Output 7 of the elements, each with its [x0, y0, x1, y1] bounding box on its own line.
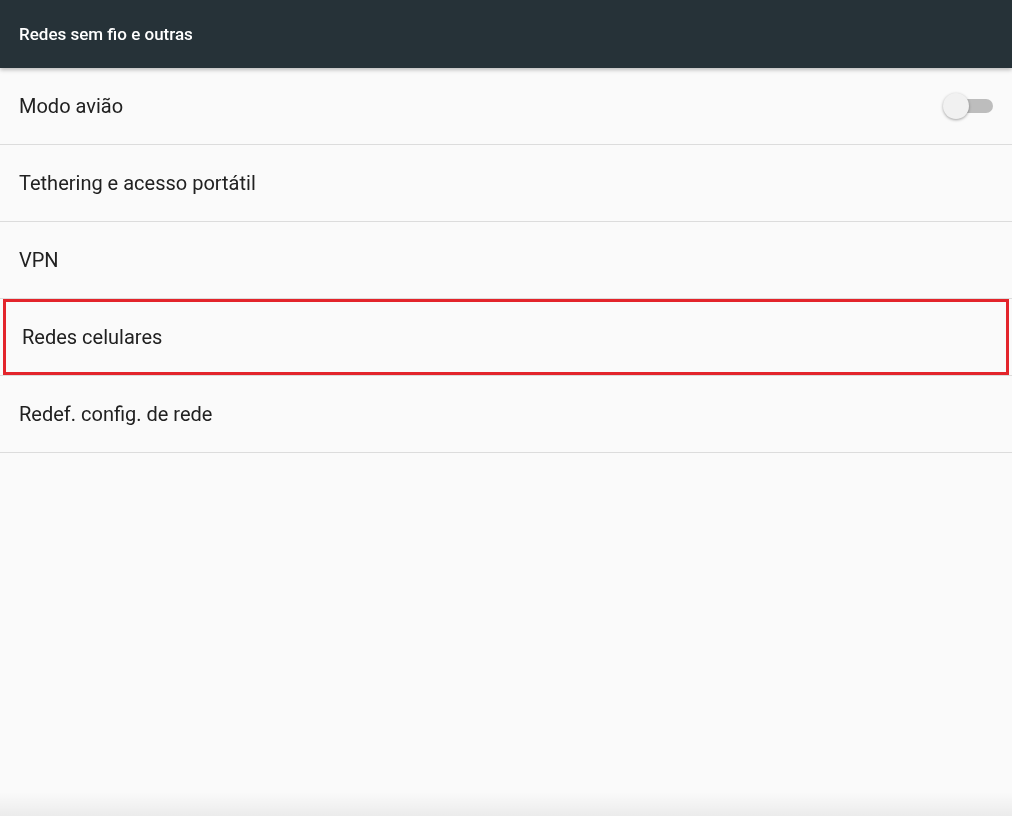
settings-item[interactable]: Tethering e acesso portátil: [0, 145, 1012, 221]
settings-item[interactable]: Modo avião: [0, 68, 1012, 144]
toggle-switch[interactable]: [943, 93, 993, 119]
header-title: Redes sem fio e outras: [19, 24, 193, 44]
settings-item[interactable]: Redes celulares: [3, 299, 1009, 375]
settings-item[interactable]: VPN: [0, 222, 1012, 298]
settings-item[interactable]: Redef. config. de rede: [0, 376, 1012, 452]
